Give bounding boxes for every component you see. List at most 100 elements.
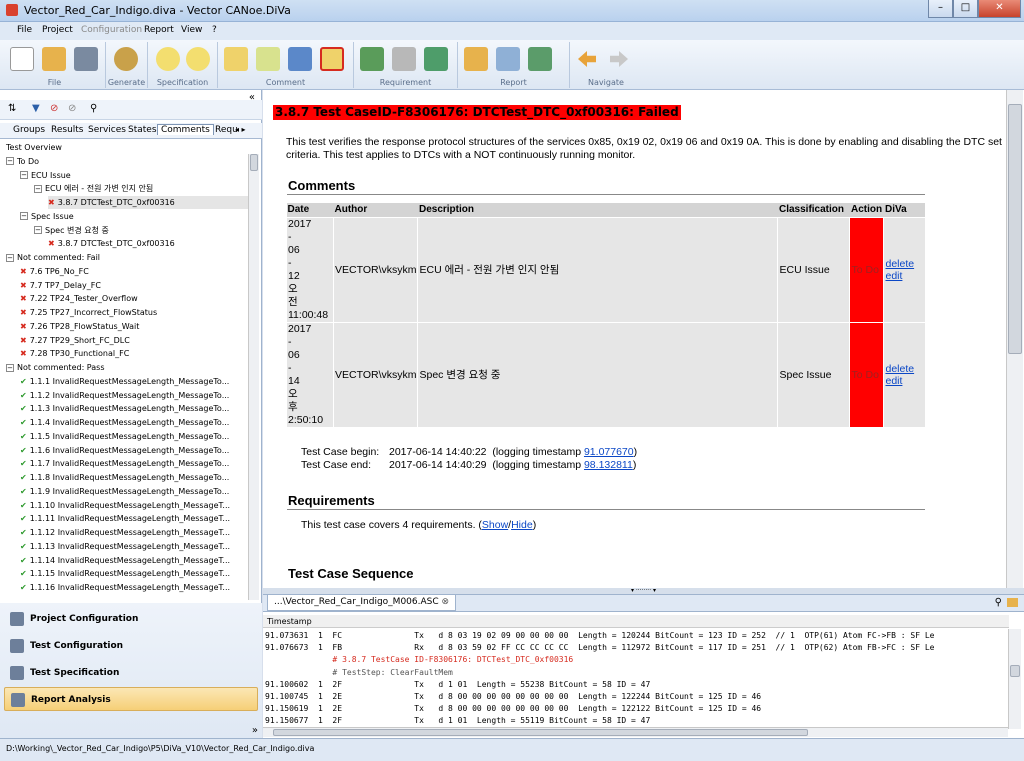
tab-services[interactable]: Services: [88, 125, 126, 135]
menu-configuration[interactable]: Configuration: [81, 25, 142, 35]
log-row[interactable]: # 3.8.7 TestCase ID-F8306176: DTCTest_DT…: [265, 654, 1007, 666]
tab-scroll-icon[interactable]: ◂ ▸: [235, 125, 246, 134]
log-row[interactable]: # TestStep: ClearFaultMem: [265, 667, 1007, 679]
report-scroll-thumb[interactable]: [1008, 104, 1022, 354]
collapse-icon[interactable]: −: [34, 184, 42, 193]
close-button[interactable]: ✕: [978, 0, 1021, 18]
tree-node[interactable]: ✔ 1.1.13 InvalidRequestMessageLength_Mess…: [20, 540, 230, 553]
open-folder-icon[interactable]: [42, 47, 66, 71]
delete-link[interactable]: delete: [885, 363, 914, 375]
tree-scrollbar[interactable]: [248, 154, 259, 600]
log-row[interactable]: 91.076673 1 FB Rx d 8 03 59 02 FF CC CC …: [265, 642, 1007, 654]
tab-comments[interactable]: Comments: [157, 124, 214, 135]
lightbulb-search-icon[interactable]: [186, 47, 210, 71]
tree-node[interactable]: ✔ 1.1.11 InvalidRequestMessageLength_Mess…: [20, 512, 230, 525]
nav-test-configuration[interactable]: Test Configuration: [4, 634, 258, 658]
maximize-button[interactable]: □: [953, 0, 978, 18]
filter-icon[interactable]: ▼: [32, 103, 40, 114]
tree-node[interactable]: ✖ 3.8.7 DTCTest_DTC_0xf00316: [48, 196, 248, 209]
new-file-icon[interactable]: [10, 47, 34, 71]
edit-pencil-icon[interactable]: [288, 47, 312, 71]
begin-timestamp-link[interactable]: 91.077670: [584, 446, 634, 458]
log-row[interactable]: 91.100745 1 2E Tx d 8 00 00 00 00 00 00 …: [265, 691, 1007, 703]
tree-node[interactable]: ✖ 7.22 TP24_Tester_Overflow: [20, 292, 138, 305]
log-row[interactable]: 91.150619 1 2E Tx d 8 00 00 00 00 00 00 …: [265, 703, 1007, 715]
report-list-icon[interactable]: [528, 47, 552, 71]
end-timestamp-link[interactable]: 98.132811: [584, 459, 633, 471]
tree-node[interactable]: ✔ 1.1.8 InvalidRequestMessageLength_Messa…: [20, 471, 229, 484]
tree-node[interactable]: − Not commented: Pass: [6, 361, 105, 374]
tree-node[interactable]: ✖ 7.6 TP6_No_FC: [20, 265, 89, 278]
delete-comment-icon[interactable]: [320, 47, 344, 71]
log-scrollbar[interactable]: [1008, 629, 1021, 729]
tree-node[interactable]: ✖ 7.7 TP7_Delay_FC: [20, 279, 101, 292]
tree-node[interactable]: − ECU Issue: [20, 169, 71, 182]
tree-node[interactable]: ✔ 1.1.12 InvalidRequestMessageLength_Mess…: [20, 526, 230, 539]
expand-nav-icon[interactable]: »: [252, 725, 258, 736]
log-search-icon[interactable]: ⚲: [995, 597, 1002, 608]
tree-node[interactable]: − Not commented: Fail: [6, 251, 100, 264]
menu-report[interactable]: Report: [144, 25, 174, 35]
tree-node[interactable]: ✖ 7.25 TP27_Incorrect_FlowStatus: [20, 306, 157, 319]
lightbulb-icon[interactable]: [156, 47, 180, 71]
minimize-button[interactable]: –: [928, 0, 953, 18]
back-arrow-icon[interactable]: [578, 51, 596, 67]
sort-icon[interactable]: ⇅: [8, 103, 16, 114]
log-scroll-thumb[interactable]: [1010, 665, 1020, 677]
tree-node[interactable]: Test Overview: [6, 141, 62, 154]
collapse-icon[interactable]: −: [6, 157, 14, 166]
save-disk-icon[interactable]: [74, 47, 98, 71]
tree-node[interactable]: ✔ 1.1.14 InvalidRequestMessageLength_Mess…: [20, 554, 230, 567]
tree-node[interactable]: ✔ 1.1.1 InvalidRequestMessageLength_Messa…: [20, 375, 229, 388]
tree-node[interactable]: ✔ 1.1.16 InvalidRequestMessageLength_Mess…: [20, 581, 230, 594]
tree-node[interactable]: ✔ 1.1.3 InvalidRequestMessageLength_Messa…: [20, 402, 229, 415]
menu-file[interactable]: File: [17, 25, 32, 35]
tree-node[interactable]: − Spec Issue: [20, 210, 74, 223]
report-scrollbar[interactable]: [1006, 90, 1023, 588]
show-link[interactable]: Show: [482, 519, 508, 531]
tree-node[interactable]: − ECU 에러 - 전원 가변 인지 안됨: [34, 182, 153, 195]
log-hscroll-thumb[interactable]: [273, 729, 808, 736]
nav-report-analysis[interactable]: Report Analysis: [4, 687, 258, 711]
tree-node[interactable]: ✔ 1.1.15 InvalidRequestMessageLength_Mess…: [20, 567, 230, 580]
tree-node[interactable]: ✔ 1.1.7 InvalidRequestMessageLength_Messa…: [20, 457, 229, 470]
log-row[interactable]: 91.073631 1 FC Tx d 8 03 19 02 09 00 00 …: [265, 630, 1007, 642]
forward-arrow-icon[interactable]: [610, 51, 628, 67]
tree-node[interactable]: − Spec 변경 요청 중: [34, 224, 109, 237]
edit-link[interactable]: edit: [885, 270, 902, 282]
tab-states[interactable]: States: [128, 125, 157, 135]
report-search-icon[interactable]: [496, 47, 520, 71]
tree-node[interactable]: ✖ 7.27 TP29_Short_FC_DLC: [20, 334, 130, 347]
report-folder-icon[interactable]: [464, 47, 488, 71]
close-tab-icon[interactable]: ⊗: [442, 597, 450, 607]
tree-scroll-thumb[interactable]: [250, 154, 258, 171]
nav-test-specification[interactable]: Test Specification: [4, 661, 258, 685]
tree-node[interactable]: ✔ 1.1.6 InvalidRequestMessageLength_Messa…: [20, 444, 229, 457]
filter-fail-icon[interactable]: ⊘: [50, 103, 58, 114]
comment-check-icon[interactable]: [256, 47, 280, 71]
requirement-remove-icon[interactable]: [392, 47, 416, 71]
collapse-icon[interactable]: −: [6, 363, 14, 372]
collapse-icon[interactable]: −: [20, 171, 28, 179]
log-folder-icon[interactable]: [1007, 598, 1018, 607]
tree-node[interactable]: ✔ 1.1.4 InvalidRequestMessageLength_Messa…: [20, 416, 229, 429]
add-comment-icon[interactable]: [224, 47, 248, 71]
menu-view[interactable]: View: [181, 25, 202, 35]
tree-node[interactable]: ✔ 1.1.5 InvalidRequestMessageLength_Messa…: [20, 430, 229, 443]
collapse-icon[interactable]: −: [34, 226, 42, 234]
delete-link[interactable]: delete: [885, 258, 914, 270]
tree-node[interactable]: ✖ 7.28 TP30_Functional_FC: [20, 347, 129, 360]
log-hscrollbar[interactable]: [263, 727, 1008, 737]
requirement-grid-icon[interactable]: [360, 47, 384, 71]
menu-project[interactable]: Project: [42, 25, 73, 35]
tree-node[interactable]: ✖ 3.8.7 DTCTest_DTC_0xf00316: [48, 237, 175, 250]
search-icon[interactable]: ⚲: [90, 103, 97, 114]
filter-clear-icon[interactable]: ⊘: [68, 103, 76, 114]
hide-link[interactable]: Hide: [511, 519, 533, 531]
tree-node[interactable]: − To Do: [6, 155, 39, 168]
tree-node[interactable]: ✖ 7.26 TP28_FlowStatus_Wait: [20, 320, 139, 333]
menu-help[interactable]: ?: [212, 25, 217, 35]
tab-results[interactable]: Results: [51, 125, 84, 135]
edit-link[interactable]: edit: [885, 375, 902, 387]
tree-node[interactable]: ✔ 1.1.9 InvalidRequestMessageLength_Messa…: [20, 485, 229, 498]
